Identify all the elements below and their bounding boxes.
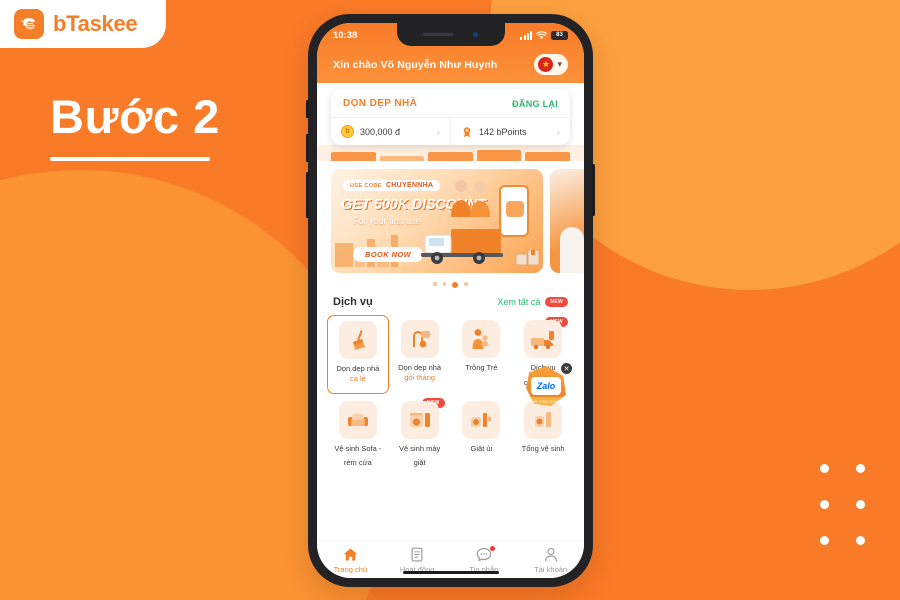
babysitter-icon [462,320,501,358]
promo-code-value: CHUYENNHA [385,182,434,189]
greeting-text: Xin chào Võ Nguyễn Như Huynh [333,58,498,71]
promo-banner[interactable]: USE CODE CHUYENNHA GET 500K DISCOUNT For… [331,169,543,273]
service-item-home-cleaning-monthly[interactable]: Dọn dẹp nhà gói tháng [389,315,451,394]
service-label-line2: giặt [413,458,426,468]
movers-icon [451,180,490,217]
booking-stats: b 300,000 đ › 142 bPoints › [331,118,570,145]
slide-canvas: bTaskee Bước 2 10:38 83 Xin chào Võ Nguy… [0,0,900,600]
tab-home[interactable]: Trang chủ [317,547,384,574]
booking-card-header: DỌN DẸP NHÀ ĐĂNG LẠI [331,89,570,118]
boxes-icon [515,249,540,266]
promo-code-chip: USE CODE CHUYENNHA [343,180,441,191]
service-label-line2: rèm cửa [343,458,372,468]
tab-label: Trang chủ [333,565,368,574]
service-label: Vệ sinh máy [398,443,441,453]
active-booking-card[interactable]: DỌN DẸP NHÀ ĐĂNG LẠI b 300,000 đ › 142 b… [331,89,570,145]
pagination-dot-active[interactable] [452,282,459,288]
front-camera-icon [473,32,478,37]
service-sublabel: gói tháng [404,372,436,382]
phone-power-button [592,164,595,216]
service-item-home-cleaning-single[interactable]: Dọn dẹp nhà ca lẻ [327,315,389,394]
service-sublabel: ca lẻ [349,373,366,383]
moving-truck-icon [524,320,563,358]
service-label: Vệ sinh Sofa - [334,443,382,453]
phone-mute-switch [306,100,309,118]
greeting-row: Xin chào Võ Nguyễn Như Huynh ★ ▾ [317,47,584,77]
bee-icon [14,9,44,39]
sofa-icon [338,400,377,439]
battery-icon: 83 [551,30,568,40]
service-label: Dọn dẹp nhà [336,364,380,373]
coin-icon: b [341,125,354,138]
person-icon [544,547,558,562]
service-label: Trông Trẻ [465,363,498,372]
services-header: Dịch vụ Xem tất cả NEW [317,292,584,308]
home-indicator [402,570,499,574]
services-title: Dịch vụ [333,296,373,308]
phone-mockup: 10:38 83 Xin chào Võ Nguyễn Như Huynh ★ … [306,14,595,587]
pagination-dot[interactable] [433,282,437,286]
rebook-button[interactable]: ĐĂNG LẠI [512,99,558,109]
zalo-ribbon-text: HỖ TRỢ NGAY [530,397,562,406]
service-item-babysitting[interactable]: Trông Trẻ [451,315,513,394]
bpoints-value: 142 bPoints [479,126,527,137]
laundry-icon [462,400,501,439]
medal-icon [461,126,473,138]
phone-notch [396,23,505,46]
chevron-right-icon: › [437,126,440,137]
new-badge: NEW [545,297,568,307]
signal-bars-icon [520,30,532,40]
tab-account[interactable]: Tài khoản [517,547,584,574]
washer-icon [400,400,439,439]
pagination-dot[interactable] [464,282,468,286]
promo-subline: For your first use [353,216,421,226]
chevron-down-icon: ▾ [557,59,562,69]
wifi-icon [536,30,547,40]
wallet-balance-value: 300,000 đ [360,126,401,137]
truck-icon [421,229,503,264]
zalo-support-widget[interactable]: ✕ Zalo HỖ TRỢ NGAY [526,363,572,410]
tab-label: Tài khoản [534,565,568,574]
promo-banner-next[interactable] [550,169,584,273]
service-item-sofa-curtain-cleaning[interactable]: Vệ sinh Sofa - rèm cửa [327,396,389,475]
vietnam-flag-icon: ★ [538,57,554,72]
zalo-badge-shape: Zalo HỖ TRỢ NGAY [526,366,566,406]
service-label: Tổng vệ sinh [521,443,565,453]
service-label: Giặt ủi [470,443,493,453]
carousel-pagination[interactable] [317,273,584,292]
page-title: Bước 2 [50,90,220,143]
decorative-dot-grid [806,464,878,572]
background-card-strip [317,145,584,161]
see-all-label: Xem tất cả [497,297,541,307]
status-time: 10:38 [333,29,358,41]
notification-dot [490,546,496,551]
broom-icon [338,321,377,359]
service-item-laundry[interactable]: Giặt ủi [451,396,513,475]
promo-carousel[interactable]: USE CODE CHUYENNHA GET 500K DISCOUNT For… [317,161,584,273]
home-icon [343,547,358,562]
brand-logo: bTaskee [0,0,166,48]
status-indicators: 83 [520,30,568,40]
phone-screen: 10:38 83 Xin chào Võ Nguyễn Như Huynh ★ … [317,23,584,578]
earpiece-icon [423,33,453,36]
language-selector[interactable]: ★ ▾ [534,54,568,75]
step-heading: Bước 2 [50,90,220,162]
pagination-dot[interactable] [442,282,447,286]
zalo-label: Zalo [531,377,561,395]
vacuum-icon [400,320,439,358]
bpoints-row[interactable]: 142 bPoints › [450,118,570,145]
app-scroll-body: USE CODE CHUYENNHA GET 500K DISCOUNT For… [317,145,584,474]
brand-name: bTaskee [53,11,138,36]
title-underline [50,157,210,162]
service-item-washing-machine-cleaning[interactable]: NEW Vệ sinh máy giặt [389,396,451,475]
document-icon [410,547,424,562]
promo-cta-button[interactable]: BOOK NOW [353,247,424,262]
booking-service-title: DỌN DẸP NHÀ [343,98,418,109]
close-icon[interactable]: ✕ [561,363,572,374]
see-all-services[interactable]: Xem tất cả NEW [497,297,568,307]
promo-code-label: USE CODE [350,182,382,189]
service-label: Dọn dẹp nhà [398,363,442,372]
chevron-right-icon: › [557,126,560,137]
wallet-balance-row[interactable]: b 300,000 đ › [331,118,450,145]
